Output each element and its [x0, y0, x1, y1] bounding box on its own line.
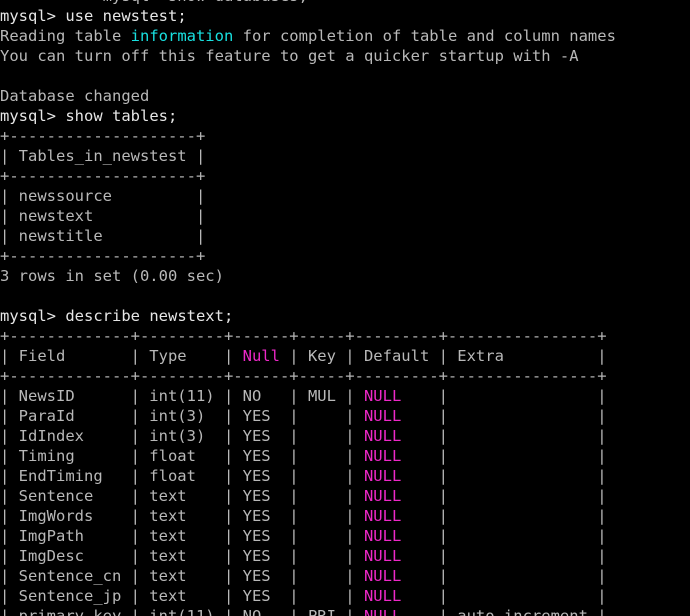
row-post: | | [401, 587, 607, 605]
row-default-null: NULL [363, 567, 402, 585]
row-pre: | ImgPath | text | YES | | [0, 527, 364, 545]
row-pre: | ParaId | int(3) | YES | | [0, 407, 364, 425]
row-pre: | EndTiming | float | YES | | [0, 467, 364, 485]
command-text: show tables; [56, 107, 178, 125]
prompt: mysql> [0, 307, 56, 325]
table-row: | primary_key | int(11) | NO | PRI | NUL… [0, 606, 690, 616]
table-row: | NewsID | int(11) | NO | MUL | NULL | | [0, 386, 690, 406]
table-row: | Sentence_cn | text | YES | | NULL | | [0, 566, 690, 586]
table-row: | EndTiming | float | YES | | NULL | | [0, 466, 690, 486]
row-default-null: NULL [363, 607, 402, 616]
prompt: mysql> [0, 107, 56, 125]
row-default-null: NULL [363, 407, 402, 425]
prompt: mysql> [0, 7, 56, 25]
row-post: | | [401, 547, 607, 565]
describe-header-post: | Key | Default | Extra | [279, 347, 607, 365]
tables-rule-bottom: +--------------------+ [0, 247, 206, 265]
row-post: | | [401, 527, 607, 545]
table-row: | IdIndex | int(3) | YES | | NULL | | [0, 426, 690, 446]
row-default-null: NULL [363, 447, 402, 465]
row-pre: | ImgDesc | text | YES | | [0, 547, 364, 565]
terminal-window[interactable]: mysql> show databases; mysql> use newste… [0, 0, 690, 616]
tables-row: | newssource | [0, 187, 206, 205]
row-default-null: NULL [363, 427, 402, 445]
table-row: | ParaId | int(3) | YES | | NULL | | [0, 406, 690, 426]
row-post: | | [401, 407, 607, 425]
describe-header-null: Null [242, 347, 280, 365]
table-row: | Sentence_jp | text | YES | | NULL | | [0, 586, 690, 606]
describe-header-row: | Field | Type | Null | Key | Default | … [0, 346, 690, 366]
row-post: | | [401, 387, 607, 405]
command-line-show-tables[interactable]: mysql> show tables; [0, 106, 690, 126]
row-pre: | Sentence | text | YES | | [0, 487, 364, 505]
row-default-null: NULL [363, 507, 402, 525]
row-pre: | Sentence_jp | text | YES | | [0, 587, 364, 605]
tables-rule-mid: +--------------------+ [0, 167, 206, 185]
row-default-null: NULL [363, 527, 402, 545]
row-post: | | [401, 567, 607, 585]
command-line-use[interactable]: mysql> use newstest; [0, 6, 690, 26]
tables-header-row: | Tables_in_newstest | [0, 147, 206, 165]
row-default-null: NULL [363, 547, 402, 565]
notice-suffix: for completion of table and column names [233, 27, 616, 45]
table-row: | Timing | float | YES | | NULL | | [0, 446, 690, 466]
describe-header-pre: | Field | Type | [0, 347, 243, 365]
row-default-null: NULL [363, 587, 402, 605]
row-pre: | Timing | float | YES | | [0, 447, 364, 465]
row-pre: | primary_key | int(11) | NO | PRI | [0, 607, 364, 616]
table-row: | Sentence | text | YES | | NULL | | [0, 486, 690, 506]
row-default-null: NULL [363, 467, 402, 485]
row-post: | | [401, 507, 607, 525]
row-default-null: NULL [363, 387, 402, 405]
notice-turn-off-feature: You can turn off this feature to get a q… [0, 47, 579, 65]
tables-row: | newstext | [0, 207, 206, 225]
row-post: | | [401, 427, 607, 445]
table-row: | ImgWords | text | YES | | NULL | | [0, 506, 690, 526]
row-post: | | [401, 467, 607, 485]
row-post: | | [401, 487, 607, 505]
terminal-screen: mysql> use newstest; Reading table infor… [0, 6, 690, 616]
row-pre: | NewsID | int(11) | NO | MUL | [0, 387, 364, 405]
row-post: | | [401, 447, 607, 465]
notice-prefix: Reading table [0, 27, 131, 45]
row-pre: | IdIndex | int(3) | YES | | [0, 427, 364, 445]
row-pre: | Sentence_cn | text | YES | | [0, 567, 364, 585]
table-row: | ImgPath | text | YES | | NULL | | [0, 526, 690, 546]
tables-rows-footer: 3 rows in set (0.00 sec) [0, 267, 224, 285]
status-database-changed: Database changed [0, 87, 150, 105]
tables-rule-top: +--------------------+ [0, 127, 206, 145]
tables-row: | newstitle | [0, 227, 206, 245]
row-post: | auto_increment | [401, 607, 607, 616]
row-pre: | ImgWords | text | YES | | [0, 507, 364, 525]
notice-reading-table: Reading table information for completion… [0, 26, 690, 46]
describe-rule-top: +-------------+---------+------+-----+--… [0, 327, 607, 345]
describe-rule-mid: +-------------+---------+------+-----+--… [0, 367, 607, 385]
command-text: use newstest; [56, 7, 187, 25]
table-row: | ImgDesc | text | YES | | NULL | | [0, 546, 690, 566]
row-default-null: NULL [363, 487, 402, 505]
notice-keyword-information: information [130, 27, 234, 45]
command-text: describe newstext; [56, 307, 234, 325]
command-line-describe[interactable]: mysql> describe newstext; [0, 306, 690, 326]
